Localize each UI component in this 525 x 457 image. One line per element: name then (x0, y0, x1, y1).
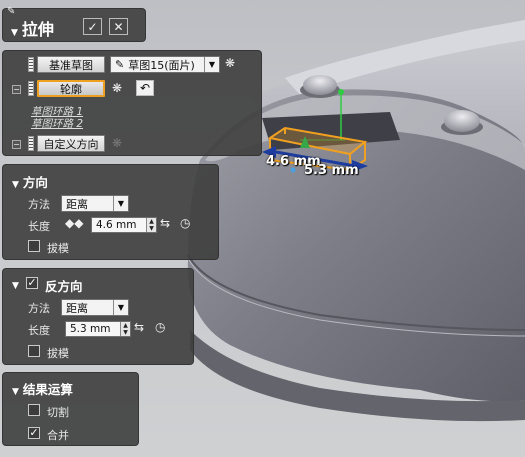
reverse-method-select[interactable]: 距离 ▼ (61, 299, 129, 316)
dome-1 (303, 75, 337, 95)
axis-z-tip (338, 89, 344, 95)
direction-title: ▼ 方向 (12, 175, 48, 190)
collapse-triangle-icon[interactable]: ▼ (12, 387, 19, 397)
custom-direction-button[interactable]: 自定义方向 (37, 135, 105, 152)
collapse-profile-icon[interactable]: − (12, 85, 21, 94)
profile-item-2[interactable]: 草图环路 2 (31, 116, 83, 131)
symmetric-arrows-icon[interactable]: ◆◆ (65, 216, 83, 230)
reverse-flip-direction-icon[interactable]: ⇆ (134, 320, 144, 334)
direction-snowflake-icon: ❋ (112, 136, 123, 150)
reverse-direction-checkbox[interactable]: ✓ (26, 277, 38, 289)
close-x-icon[interactable]: ✕ (109, 18, 128, 35)
collapse-triangle-icon[interactable]: ▼ (12, 180, 19, 190)
direction-panel: ▼ 方向 方法 距离 ▼ 长度 ◆◆ 4.6 mm ▲ ▼ ⇆ ◷ 拔模 (2, 164, 219, 260)
length-value: 4.6 mm (96, 219, 137, 231)
chevron-down-icon: ▼ (204, 57, 219, 72)
undo-icon[interactable]: ↶ (136, 80, 154, 96)
reverse-length-value: 5.3 mm (70, 323, 111, 335)
length-input[interactable]: 4.6 mm ▲ ▼ (91, 217, 157, 233)
cut-label: 切割 (47, 406, 69, 419)
dialog-title: ▼ 拉伸 (11, 20, 54, 39)
reverse-direction-label: 反方向 (45, 279, 83, 294)
dome-2 (444, 110, 480, 132)
reverse-direction-title: ▼ (12, 276, 23, 291)
reverse-direction-panel: ▼ ✓ 反方向 方法 距离 ▼ 长度 5.3 mm ▲ ▼ ⇆ ◷ 拔模 (2, 268, 194, 365)
flip-direction-icon[interactable]: ⇆ (160, 216, 170, 230)
cut-checkbox[interactable] (28, 404, 40, 416)
dialog-title-bar: ✎ ▼ 拉伸 ✓ ✕ (2, 6, 146, 42)
method-select[interactable]: 距离 ▼ (61, 195, 129, 212)
profile-button[interactable]: 轮廓 (37, 80, 105, 97)
timer-icon[interactable]: ◷ (180, 216, 190, 230)
reverse-length-label: 长度 (28, 324, 50, 337)
dimension-reverse[interactable]: 5.3 mm (304, 163, 359, 178)
reverse-method-select-value: 距离 (66, 301, 88, 315)
sketch-select[interactable]: ✎ 草图15(面片) ▼ (110, 56, 220, 73)
sketch-select-value: 草图15(面片) (128, 58, 195, 72)
base-sketch-button[interactable]: 基准草图 (37, 56, 105, 73)
boolean-ops-title: ▼ 结果运算 (12, 382, 73, 397)
reverse-timer-icon[interactable]: ◷ (155, 320, 165, 334)
chevron-down-icon: ▼ (113, 196, 128, 211)
method-label: 方法 (28, 198, 50, 211)
method-select-value: 距离 (66, 197, 88, 211)
selection-panel: 基准草图 ✎ 草图15(面片) ▼ ❋ − 轮廓 ❋ ↶ 草图环路 1 草图环路… (2, 50, 262, 156)
reverse-draft-label: 拔模 (47, 347, 69, 360)
length-spinner[interactable]: ▲ ▼ (146, 218, 156, 232)
pencil-icon: ✎ (115, 58, 125, 71)
merge-checkbox[interactable]: ✓ (28, 427, 40, 439)
reverse-length-input[interactable]: 5.3 mm ▲ ▼ (65, 321, 131, 337)
collapse-triangle-icon[interactable]: ▼ (12, 281, 19, 291)
collapse-direction-icon[interactable]: − (12, 140, 21, 149)
snowflake-icon[interactable]: ❋ (225, 56, 235, 70)
profile-snowflake-icon[interactable]: ❋ (112, 81, 122, 95)
sketch-icon (28, 57, 34, 72)
direction-sketch-icon (28, 136, 34, 151)
draft-checkbox[interactable] (28, 240, 40, 252)
reverse-draft-checkbox[interactable] (28, 345, 40, 357)
reverse-method-label: 方法 (28, 302, 50, 315)
length-label: 长度 (28, 220, 50, 233)
boolean-ops-panel: ▼ 结果运算 切割 ✓ 合并 (2, 372, 139, 446)
checkmark-icon[interactable]: ✓ (83, 18, 102, 35)
profile-sketch-icon (28, 81, 34, 96)
chevron-down-icon: ▼ (113, 300, 128, 315)
reverse-length-spinner[interactable]: ▲ ▼ (120, 322, 130, 336)
merge-label: 合并 (47, 429, 69, 442)
collapse-triangle-icon[interactable]: ▼ (11, 28, 18, 38)
draft-label: 拔模 (47, 242, 69, 255)
